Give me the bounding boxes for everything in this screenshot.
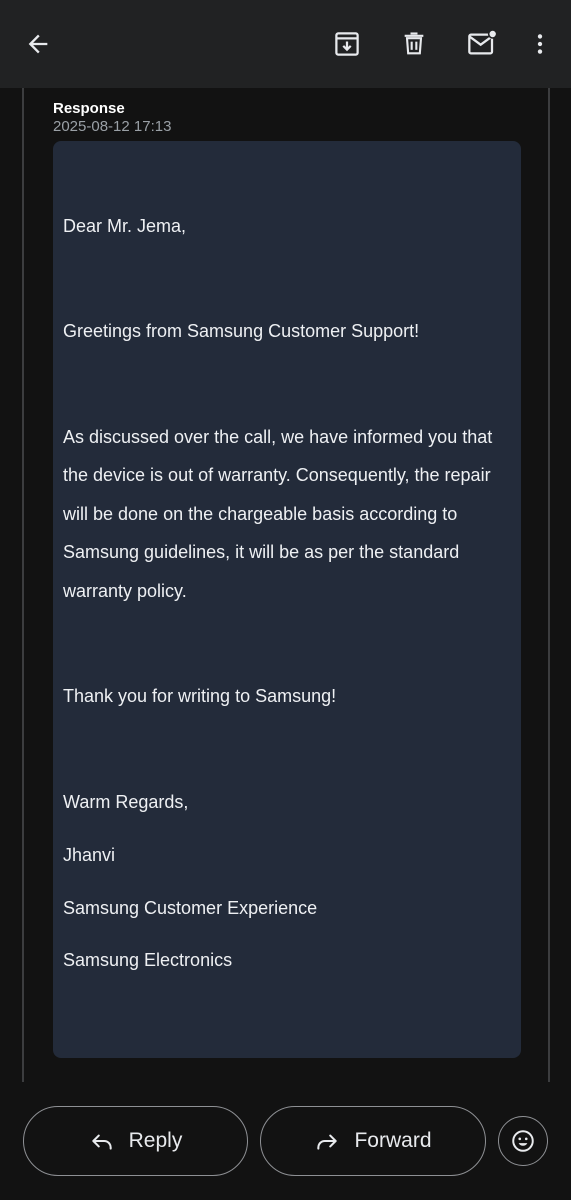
forward-icon <box>317 1134 338 1150</box>
body-line: Jhanvi <box>63 845 116 865</box>
archive-button[interactable] <box>323 20 371 68</box>
mark-unread-button[interactable] <box>458 20 506 68</box>
body-line: As discussed over the call, we have info… <box>63 427 493 447</box>
emoji-reaction-button[interactable] <box>498 1116 548 1166</box>
reply-button[interactable]: Reply <box>23 1106 248 1176</box>
arrow-back-icon <box>28 34 48 54</box>
body-line: warranty policy. <box>63 581 187 601</box>
body-line: Samsung Customer Experience <box>63 898 318 918</box>
sender-name: Response <box>53 100 125 117</box>
emoji-reaction-icon <box>512 1130 534 1152</box>
archive-icon <box>335 32 359 56</box>
mark-unread-icon <box>468 29 498 55</box>
body-line: Samsung guidelines, it will be as per th… <box>63 542 460 562</box>
trash-icon <box>404 32 424 55</box>
thread-divider-left <box>22 88 24 1082</box>
body-line: Greetings from Samsung Customer Support! <box>63 321 420 341</box>
body-line: Warm Regards, <box>63 792 189 812</box>
body-line: Thank you for writing to Samsung! <box>63 686 337 706</box>
delete-button[interactable] <box>390 20 438 68</box>
back-button[interactable] <box>14 20 62 68</box>
more-options-button[interactable] <box>516 20 564 68</box>
body-line: Samsung Electronics <box>63 950 233 970</box>
forward-label: Forward <box>354 1129 432 1152</box>
more-vert-icon <box>537 34 543 54</box>
thread-divider-right <box>548 88 550 1082</box>
body-line: Dear Mr. Jema, <box>63 216 187 236</box>
email-view: Response 2025-08-12 17:13 Dear Mr. Jema,… <box>0 0 571 1200</box>
top-app-bar <box>0 0 571 88</box>
message-timestamp: 2025-08-12 17:13 <box>53 118 172 135</box>
message-body: Dear Mr. Jema, Greetings from Samsung Cu… <box>53 141 521 1058</box>
reply-label: Reply <box>128 1129 183 1152</box>
reply-icon <box>91 1134 112 1150</box>
forward-button[interactable]: Forward <box>260 1106 486 1176</box>
body-line: the device is out of warranty. Consequen… <box>63 465 491 485</box>
body-line: will be done on the chargeable basis acc… <box>63 504 458 524</box>
